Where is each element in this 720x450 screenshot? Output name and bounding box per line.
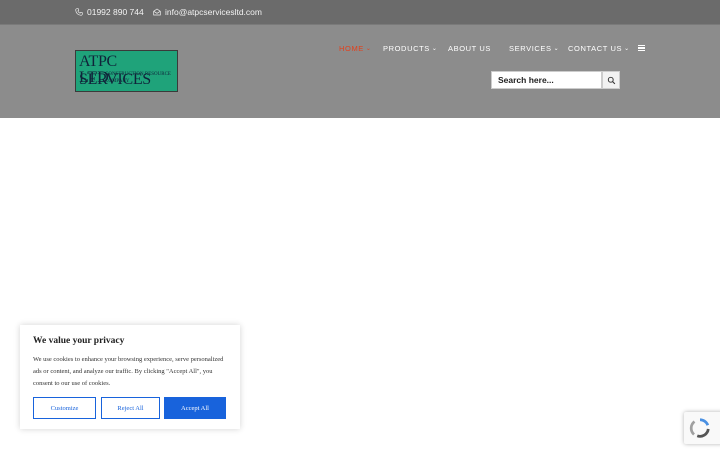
reject-all-button[interactable]: Reject All [101, 397, 160, 419]
cookie-consent-banner: We value your privacy We use cookies to … [20, 325, 240, 429]
recaptcha-icon [689, 418, 710, 438]
search-form [491, 71, 620, 89]
chevron-down-icon: ⌄ [365, 46, 372, 52]
nav-contact-us[interactable]: CONTACT US ⌄ [568, 44, 630, 53]
email-contact[interactable]: info@atpcservicesltd.com [153, 7, 262, 17]
customize-button[interactable]: Customize [33, 397, 96, 419]
nav-home-label: HOME [339, 44, 364, 53]
cookie-title: We value your privacy [33, 336, 125, 346]
phone-contact[interactable]: 01992 890 744 [75, 7, 144, 17]
search-input[interactable] [491, 71, 602, 89]
chevron-down-icon: ⌄ [431, 46, 438, 52]
chevron-down-icon: ⌄ [553, 46, 560, 52]
site-header: ATPC SERVICES LTD CONSTRUCTION RESOURCE … [0, 24, 720, 118]
email-address: info@atpcservicesltd.com [165, 7, 262, 17]
nav-about-us[interactable]: ABOUT US [448, 44, 491, 53]
logo-line-4: COMPANY [105, 79, 130, 84]
nav-services-label: SERVICES [509, 44, 552, 53]
envelope-icon [153, 8, 161, 16]
accept-all-button[interactable]: Accept All [164, 397, 226, 419]
search-icon [607, 76, 615, 84]
nav-about-us-label: ABOUT US [448, 44, 492, 53]
recaptcha-badge[interactable] [684, 412, 720, 444]
nav-products[interactable]: PRODUCTS ⌄ [383, 44, 438, 53]
phone-number: 01992 890 744 [87, 7, 144, 17]
nav-products-label: PRODUCTS [383, 44, 430, 53]
nav-home[interactable]: HOME ⌄ [339, 44, 372, 53]
search-button[interactable] [602, 71, 620, 89]
chevron-down-icon: ⌄ [624, 46, 630, 52]
site-logo[interactable]: ATPC SERVICES LTD CONSTRUCTION RESOURCE … [75, 50, 178, 92]
nav-services[interactable]: SERVICES ⌄ [509, 44, 559, 53]
nav-contact-us-label: CONTACT US [568, 44, 623, 53]
cookie-text: We use cookies to enhance your browsing … [33, 356, 224, 387]
top-bar: 01992 890 744 info@atpcservicesltd.com [0, 0, 720, 24]
logo-line-3: CONSTRUCTION RESOURCE [105, 72, 171, 77]
phone-icon [75, 8, 83, 16]
hamburger-icon[interactable] [638, 45, 645, 51]
